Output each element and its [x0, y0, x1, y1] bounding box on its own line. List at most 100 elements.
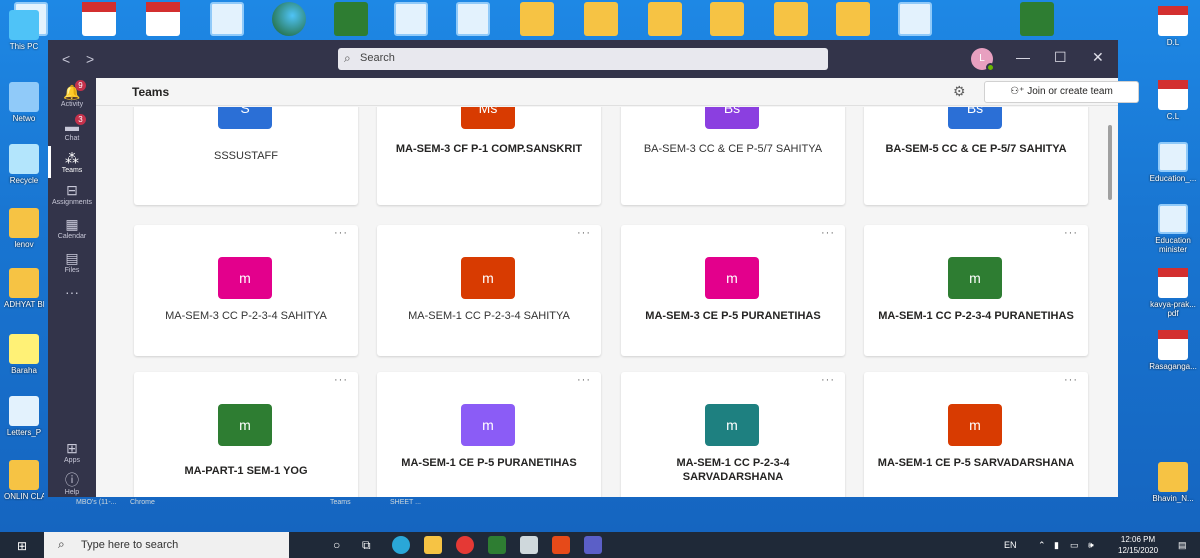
team-card[interactable]: Ms MA-SEM-3 CF P-1 COMP.SANSKRIT: [377, 107, 601, 205]
scrollbar[interactable]: [1108, 125, 1112, 200]
rail-item-assignments[interactable]: ⊟ Assignments: [48, 182, 96, 207]
more-options-button[interactable]: ···: [821, 374, 835, 386]
edge-icon[interactable]: [392, 536, 410, 554]
team-card[interactable]: Bs BA-SEM-3 CC & CE P-5/7 SAHITYA: [621, 107, 845, 205]
team-card[interactable]: ··· m MA-SEM-1 CC P-2-3-4 SARVADARSHANA: [621, 372, 845, 497]
more-options-button[interactable]: ···: [334, 374, 348, 386]
desktop-top-icon-16[interactable]: [1020, 2, 1054, 36]
desktop-top-icon-15[interactable]: [898, 2, 932, 36]
document-icon: [9, 396, 39, 426]
avatar[interactable]: L: [971, 48, 995, 72]
teams-taskbar-icon[interactable]: [584, 536, 602, 554]
desktop-icon-network[interactable]: Netwo: [4, 82, 44, 123]
chevron-up-icon[interactable]: ⌃: [1038, 540, 1046, 551]
pdf-icon: [1158, 330, 1188, 360]
desktop-icon-bhavin[interactable]: Bhavin_N...: [1148, 462, 1198, 503]
desktop-top-icon-10[interactable]: [584, 2, 618, 36]
desktop-top-icon-14[interactable]: [836, 2, 870, 36]
edge-icon[interactable]: [272, 2, 306, 36]
network-icon[interactable]: ▮: [1054, 540, 1059, 551]
rail-item-apps[interactable]: ⊞ Apps: [48, 440, 96, 465]
rail-item-label: Files: [64, 267, 80, 274]
windows-start-icon[interactable]: ⊞: [17, 539, 27, 553]
team-card[interactable]: ··· m MA-PART-1 SEM-1 YOG: [134, 372, 358, 497]
team-card[interactable]: Bs BA-SEM-5 CC & CE P-5/7 SAHITYA: [864, 107, 1088, 205]
desktop-icon-rasaganga[interactable]: Rasaganga...: [1148, 330, 1198, 371]
pdf-icon: [1158, 80, 1188, 110]
desktop-top-icon-11[interactable]: [648, 2, 682, 36]
rail-item-files[interactable]: ▤ Files: [48, 250, 96, 275]
desktop-icon-education-minister[interactable]: Education minister: [1148, 204, 1198, 254]
desktop-label-sheet: SHEET ...: [390, 499, 421, 506]
team-card[interactable]: ··· m MA-SEM-1 CC P-2-3-4 PURANETIHAS: [864, 225, 1088, 356]
teams-grid: S SSSUSTAFF Ms MA-SEM-3 CF P-1 COMP.SANS…: [96, 107, 1118, 497]
word-icon[interactable]: [520, 536, 538, 554]
rail-item-chat[interactable]: ▬ 3 Chat: [48, 114, 96, 143]
excel-icon[interactable]: [488, 536, 506, 554]
forward-button[interactable]: >: [86, 51, 94, 67]
task-view-icon[interactable]: ⧉: [362, 538, 371, 553]
desktop-top-icon-6[interactable]: [334, 2, 368, 36]
file-explorer-icon[interactable]: [424, 536, 442, 554]
rail-item-activity[interactable]: 🔔 9 Activity: [48, 80, 96, 109]
join-button-label: Join or create team: [1027, 86, 1113, 97]
search-input[interactable]: ⌕ Search: [338, 48, 828, 70]
team-card[interactable]: ··· m MA-SEM-1 CC P-2-3-4 SAHITYA: [377, 225, 601, 356]
desktop-icon-lenovo[interactable]: lenov: [4, 208, 44, 249]
desktop-icon-label: Baraha: [11, 366, 37, 375]
battery-icon[interactable]: ▭: [1070, 540, 1079, 551]
desktop-top-icon-12[interactable]: [710, 2, 744, 36]
desktop-icon-this-pc[interactable]: This PC: [4, 10, 44, 51]
page-title: Teams: [132, 85, 170, 99]
desktop-top-icon-13[interactable]: [774, 2, 808, 36]
desktop-top-icon-8[interactable]: [456, 2, 490, 36]
taskbar-search-input[interactable]: ⌕ Type here to search: [44, 532, 289, 558]
desktop-icon-online-class[interactable]: ONLIN CLASS LINK: [4, 460, 44, 501]
close-button[interactable]: ✕: [1092, 49, 1104, 66]
desktop-icon-kavya[interactable]: kavya-prak... pdf: [1148, 268, 1198, 318]
desktop-top-icon-4[interactable]: [210, 2, 244, 36]
more-options-button[interactable]: ···: [1064, 227, 1078, 239]
rail-item-help[interactable]: ⓘ Help: [48, 472, 96, 497]
more-options-button[interactable]: ···: [821, 227, 835, 239]
gear-icon[interactable]: ⚙: [953, 83, 966, 100]
more-options-button[interactable]: ···: [334, 227, 348, 239]
volume-icon[interactable]: 🕪: [1088, 540, 1094, 551]
minimize-button[interactable]: —: [1016, 49, 1030, 65]
more-options-button[interactable]: ···: [1064, 374, 1078, 386]
chrome-icon[interactable]: [456, 536, 474, 554]
desktop-icon-cl[interactable]: C.L: [1148, 80, 1198, 121]
back-button[interactable]: <: [62, 51, 70, 67]
desktop-top-icon-7[interactable]: [394, 2, 428, 36]
language-indicator[interactable]: EN: [1004, 540, 1017, 550]
powerpoint-icon[interactable]: [552, 536, 570, 554]
desktop-top-icon-9[interactable]: [520, 2, 554, 36]
desktop-top-icon-3[interactable]: [146, 2, 180, 36]
rail-item-label: Activity: [60, 101, 84, 108]
team-card[interactable]: S SSSUSTAFF: [134, 107, 358, 205]
maximize-button[interactable]: ☐: [1054, 49, 1067, 66]
desktop-icon-adhyat[interactable]: ADHYAT BIO DA: [4, 268, 44, 309]
desktop-icon-letters[interactable]: Letters_P: [4, 396, 44, 437]
desktop-icon-baraha[interactable]: Baraha: [4, 334, 44, 375]
team-card[interactable]: ··· m MA-SEM-3 CE P-5 PURANETIHAS: [621, 225, 845, 356]
more-options-button[interactable]: ···: [577, 374, 591, 386]
team-avatar: m: [218, 257, 272, 299]
clock[interactable]: 12:06 PM 12/15/2020: [1118, 534, 1158, 556]
more-options-button[interactable]: ···: [577, 227, 591, 239]
team-card[interactable]: ··· m MA-SEM-1 CE P-5 PURANETIHAS: [377, 372, 601, 497]
team-card[interactable]: ··· m MA-SEM-3 CC P-2-3-4 SAHITYA: [134, 225, 358, 356]
rail-item-calendar[interactable]: ▦ Calendar: [48, 216, 96, 241]
desktop-icon-education[interactable]: Education_...: [1148, 142, 1198, 183]
join-or-create-team-button[interactable]: ⚇⁺ Join or create team: [984, 81, 1139, 103]
desktop-top-icon-2[interactable]: [82, 2, 116, 36]
desktop-icon-recycle[interactable]: Recycle: [4, 144, 44, 185]
taskbar: ⊞ ⌕ Type here to search ○ ⧉ EN ⌃ ▮ ▭ 🕪 1…: [0, 532, 1200, 558]
team-card[interactable]: ··· m MA-SEM-1 CE P-5 SARVADARSHANA: [864, 372, 1088, 497]
notifications-icon[interactable]: ▤: [1178, 540, 1187, 551]
rail-item-teams[interactable]: ⁂ Teams: [48, 146, 96, 178]
cortana-icon[interactable]: ○: [333, 538, 340, 552]
desktop-icon-dl[interactable]: D.L: [1148, 6, 1198, 47]
desktop-icon-label: Rasaganga...: [1149, 362, 1197, 371]
more-apps-button[interactable]: ···: [48, 284, 96, 300]
